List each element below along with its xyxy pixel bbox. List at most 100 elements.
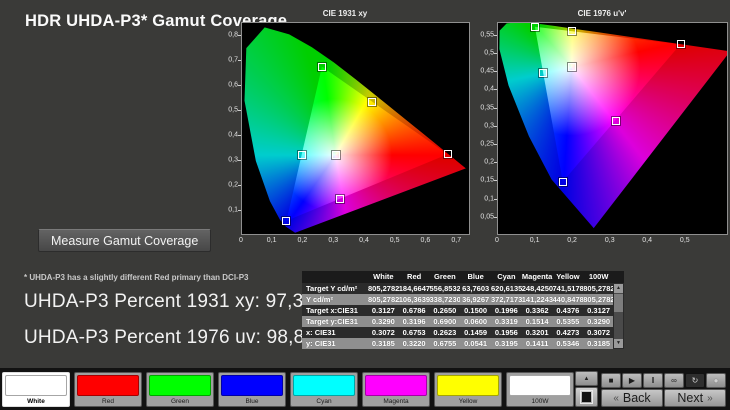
pattern-swatch-magenta[interactable]: Magenta	[362, 372, 430, 407]
refresh-icon[interactable]: ↻	[685, 373, 705, 388]
pattern-window-button[interactable]	[575, 387, 598, 407]
table-cell: 0.2623	[430, 327, 461, 338]
stop-icon[interactable]: ■	[601, 373, 621, 388]
y-tick-label: 0,5	[484, 49, 494, 56]
swatch-label: Cyan	[291, 397, 357, 406]
magenta-point-marker	[612, 117, 620, 125]
table-row: Target Y cd/m²805,2782184,6647556,853263…	[302, 283, 624, 294]
table-scrollbar[interactable]: ▲ ▼	[613, 283, 624, 349]
table-cell: 741,5178	[553, 283, 584, 294]
x-tick-label: 0,1	[530, 237, 540, 244]
pattern-bar: WhiteRedGreenBlue Cyan Magenta Yellow 100W ▲…	[0, 368, 730, 410]
table-cell: 0.6900	[430, 316, 461, 327]
white-point-marker	[332, 151, 340, 159]
table-cell: 0.1956	[491, 327, 522, 338]
y-tick-label: 0,05	[480, 213, 494, 220]
cie-1976-chart-title: CIE 1976 u'v'	[476, 6, 728, 22]
table-cell: 0.3290	[583, 316, 614, 327]
table-cell: 0.3201	[522, 327, 553, 338]
table-cell: 0.1411	[522, 338, 553, 349]
row-label: Y cd/m²	[302, 294, 368, 305]
pattern-swatch-cyan[interactable]: Cyan	[290, 372, 358, 407]
y-tick-mark	[494, 108, 497, 109]
y-tick-mark	[494, 126, 497, 127]
column-header: Green	[430, 271, 461, 283]
next-button[interactable]: Next »	[664, 389, 726, 407]
measure-gamut-coverage-button[interactable]: Measure Gamut Coverage	[38, 229, 211, 252]
pattern-swatch-blue[interactable]: Blue	[218, 372, 286, 407]
cie-1976-plot	[497, 22, 728, 235]
cie-1931-chart-panel: CIE 1931 xy 0,10,20,30,40,50,60,70,8 00,…	[220, 6, 470, 247]
white-point-marker	[568, 63, 576, 71]
table-cell: 0.0600	[460, 316, 491, 327]
table-cell: 805,2782	[583, 294, 614, 305]
swatch-color-chip	[365, 375, 427, 396]
gamut-data-table: WhiteRedGreenBlueCyanMagentaYellow100WTa…	[302, 271, 624, 349]
red-point-marker	[444, 150, 452, 158]
row-label: Target y:CIE31	[302, 316, 368, 327]
cyan-point-marker	[298, 151, 306, 159]
y-tick-label: 0,45	[480, 68, 494, 75]
percent-1976-label: UHDA-P3 Percent 1976 uv:	[24, 327, 261, 348]
pattern-swatch-yellow[interactable]: Yellow	[434, 372, 502, 407]
column-header	[302, 271, 368, 283]
y-tick-mark	[494, 162, 497, 163]
swatch-color-chip	[437, 375, 499, 396]
column-header: Cyan	[491, 271, 522, 283]
swatch-color-chip	[293, 375, 355, 396]
pattern-up-icon[interactable]: ▲	[575, 371, 598, 386]
table-cell: 440,8478	[553, 294, 584, 305]
table-cell: 805,2782	[583, 283, 614, 294]
x-tick-label: 0,1	[267, 237, 277, 244]
y-tick-label: 0,3	[484, 122, 494, 129]
percent-1931-line: UHDA-P3 Percent 1931 xy: 97,39	[24, 291, 314, 313]
table-cell: 141,2243	[522, 294, 553, 305]
table-row: Target y:CIE310.32900.31960.69000.06000.…	[302, 316, 624, 327]
y-tick-mark	[238, 60, 241, 61]
table-cell: 0.6753	[399, 327, 430, 338]
pattern-swatch-green[interactable]: Green	[146, 372, 214, 407]
row-label: y: CIE31	[302, 338, 368, 349]
x-tick-label: 0,5	[390, 237, 400, 244]
table-cell: 0.3127	[583, 305, 614, 316]
percent-1931-label: UHDA-P3 Percent 1931 xy:	[24, 291, 260, 312]
y-tick-mark	[494, 71, 497, 72]
y-tick-mark	[238, 160, 241, 161]
swatch-label: Yellow	[435, 397, 501, 406]
x-tick-label: 0	[495, 237, 499, 244]
y-tick-mark	[494, 144, 497, 145]
x-tick-label: 0	[239, 237, 243, 244]
scroll-up-icon[interactable]: ▲	[614, 284, 623, 293]
column-header: 100W	[583, 271, 614, 283]
table-cell: 106,3639	[399, 294, 430, 305]
next-button-label: Next	[677, 391, 703, 405]
record-icon[interactable]: ●	[706, 373, 726, 388]
window-square-icon	[582, 392, 591, 402]
continuous-icon[interactable]: ∞	[664, 373, 684, 388]
y-tick-mark	[494, 217, 497, 218]
back-button[interactable]: « Back	[601, 389, 663, 407]
table-cell: 0.0541	[460, 338, 491, 349]
table-cell: 0.3220	[399, 338, 430, 349]
y-tick-label: 0,35	[480, 104, 494, 111]
table-cell: 0.1514	[522, 316, 553, 327]
scroll-down-icon[interactable]: ▼	[614, 339, 623, 348]
x-tick-label: 0,5	[680, 237, 690, 244]
pattern-swatch-white[interactable]: White	[2, 372, 70, 407]
column-header: Yellow	[553, 271, 584, 283]
play-icon[interactable]: ▶	[622, 373, 642, 388]
y-tick-label: 0,4	[484, 86, 494, 93]
column-header: Red	[399, 271, 430, 283]
scrollbar-thumb[interactable]	[614, 294, 623, 312]
pattern-swatch-100w[interactable]: 100W	[506, 372, 574, 407]
swatch-color-chip	[509, 375, 571, 396]
cie-1931-plot	[241, 22, 470, 235]
pause-icon[interactable]: ‖	[643, 373, 663, 388]
table-cell: 372,7173	[491, 294, 522, 305]
yellow-point-marker	[368, 98, 376, 106]
y-tick-label: 0,1	[484, 195, 494, 202]
table-cell: 0.1459	[460, 327, 491, 338]
table-cell: 0.3127	[368, 305, 399, 316]
row-label: Target x:CIE31	[302, 305, 368, 316]
pattern-swatch-red[interactable]: Red	[74, 372, 142, 407]
